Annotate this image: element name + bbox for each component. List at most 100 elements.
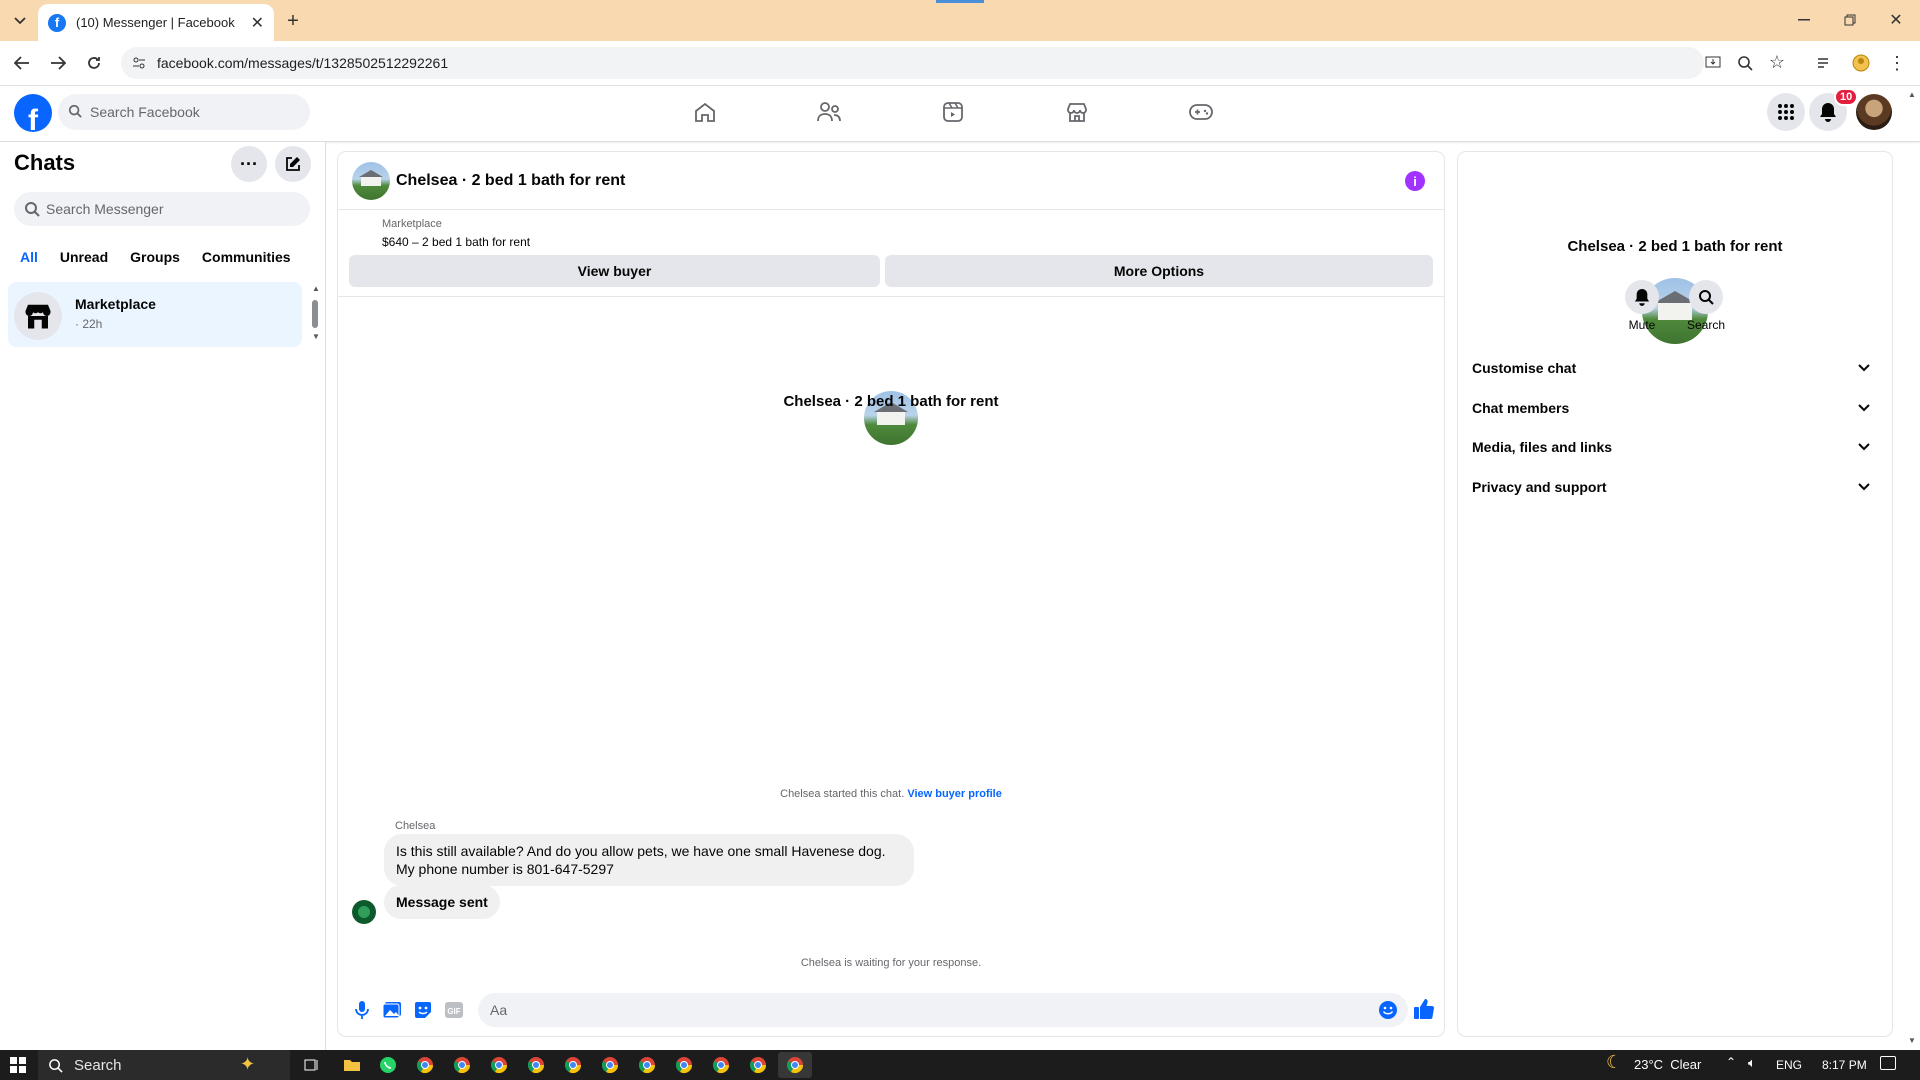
new-tab-icon[interactable]: + xyxy=(282,10,304,32)
facebook-logo[interactable]: f xyxy=(14,94,52,132)
marketplace-chat-avatar xyxy=(14,292,62,340)
sender-name: Chelsea xyxy=(395,820,436,832)
chrome-icon[interactable] xyxy=(746,1054,770,1076)
filter-unread[interactable]: Unread xyxy=(54,247,114,267)
gif-icon[interactable]: GIF xyxy=(442,998,466,1022)
tray-chevron-up-icon[interactable]: ⌃ xyxy=(1726,1055,1736,1069)
address-bar[interactable]: facebook.com/messages/t/1328502512292261 xyxy=(121,47,1704,79)
close-tab-icon[interactable]: ✕ xyxy=(251,13,264,33)
conversation-title[interactable]: Chelsea · 2 bed 1 bath for rent xyxy=(396,172,625,190)
task-view-icon[interactable] xyxy=(300,1054,324,1076)
profile-icon[interactable] xyxy=(1850,52,1872,74)
voice-clip-icon[interactable] xyxy=(350,998,374,1022)
search-in-chat-button[interactable] xyxy=(1689,280,1723,314)
privacy-support-section[interactable]: Privacy and support xyxy=(1472,471,1878,503)
back-icon[interactable] xyxy=(10,52,34,74)
friends-icon[interactable] xyxy=(809,96,849,128)
copilot-sparkle-icon[interactable]: ✦ xyxy=(240,1054,255,1075)
zoom-icon[interactable] xyxy=(1734,52,1756,74)
weather-text[interactable]: 23°C Clear xyxy=(1634,1057,1701,1072)
gaming-icon[interactable] xyxy=(1181,96,1221,128)
volume-icon[interactable]: 🔈︎ xyxy=(1748,1055,1756,1071)
file-explorer-icon[interactable] xyxy=(340,1054,364,1076)
sender-avatar xyxy=(352,900,376,924)
marketplace-icon[interactable] xyxy=(1057,96,1097,128)
chrome-icon[interactable] xyxy=(672,1054,696,1076)
chrome-icon[interactable] xyxy=(635,1054,659,1076)
messenger-search-input[interactable]: Search Messenger xyxy=(14,192,310,226)
notification-center-icon[interactable] xyxy=(1880,1056,1896,1070)
scroll-up-arrow-icon[interactable]: ▲ xyxy=(312,284,320,293)
scroll-down-arrow-icon[interactable]: ▼ xyxy=(312,332,320,341)
like-thumb-icon[interactable] xyxy=(1412,997,1436,1021)
chat-list-item-name: Marketplace xyxy=(75,296,156,312)
conversation-info-icon[interactable]: i xyxy=(1405,171,1425,191)
browser-tab[interactable]: f (10) Messenger | Facebook ✕ xyxy=(38,4,274,41)
chevron-down-icon xyxy=(1858,443,1870,451)
tab-search-icon[interactable] xyxy=(8,10,32,32)
sticker-icon[interactable] xyxy=(411,998,435,1022)
messenger-search-icon xyxy=(22,199,42,219)
chat-members-section[interactable]: Chat members xyxy=(1472,392,1878,424)
minimize-icon[interactable] xyxy=(1792,8,1816,32)
bookmark-star-icon[interactable]: ☆ xyxy=(1766,51,1788,73)
filter-all[interactable]: All xyxy=(14,247,44,267)
listing-description[interactable]: $640 – 2 bed 1 bath for rent xyxy=(382,235,530,249)
view-buyer-button[interactable]: View buyer xyxy=(349,255,880,287)
chrome-icon[interactable] xyxy=(413,1054,437,1076)
account-avatar[interactable] xyxy=(1856,94,1892,130)
video-icon[interactable] xyxy=(933,96,973,128)
home-icon[interactable] xyxy=(685,96,725,128)
facebook-favicon-icon: f xyxy=(48,13,66,32)
browser-menu-icon[interactable]: ⋮ xyxy=(1886,52,1908,74)
chrome-icon[interactable] xyxy=(524,1054,548,1076)
media-files-links-section[interactable]: Media, files and links xyxy=(1472,431,1878,463)
chrome-icon[interactable] xyxy=(709,1054,733,1076)
page-scroll-up-icon[interactable]: ▲ xyxy=(1908,90,1916,99)
forward-icon[interactable] xyxy=(46,52,70,74)
search-icon xyxy=(66,102,84,120)
emoji-icon[interactable] xyxy=(1377,999,1399,1021)
more-options-button[interactable]: More Options xyxy=(885,255,1433,287)
mute-button[interactable] xyxy=(1625,280,1659,314)
menu-grid-button[interactable] xyxy=(1767,93,1805,131)
customise-chat-section[interactable]: Customise chat xyxy=(1472,352,1878,384)
language-indicator[interactable]: ENG xyxy=(1776,1058,1802,1072)
windows-start-icon[interactable] xyxy=(8,1055,28,1075)
chat-options-button[interactable]: ··· xyxy=(231,146,267,182)
chrome-icon[interactable] xyxy=(783,1054,807,1076)
filter-communities[interactable]: Communities xyxy=(196,247,297,267)
weather-moon-icon[interactable]: ☾ xyxy=(1606,1052,1622,1073)
close-window-icon[interactable]: ✕ xyxy=(1884,8,1908,32)
install-app-icon[interactable] xyxy=(1702,52,1724,74)
tab-title: (10) Messenger | Facebook xyxy=(76,15,235,30)
site-settings-icon[interactable] xyxy=(129,53,149,73)
filter-groups[interactable]: Groups xyxy=(124,247,186,267)
chrome-icon[interactable] xyxy=(561,1054,585,1076)
chrome-icon[interactable] xyxy=(598,1054,622,1076)
chrome-icon[interactable] xyxy=(487,1054,511,1076)
message-bubble[interactable]: Is this still available? And do you allo… xyxy=(384,834,914,886)
chat-start-text: Chelsea started this chat. xyxy=(780,788,905,800)
page-scroll-down-icon[interactable]: ▼ xyxy=(1908,1036,1916,1045)
restore-icon[interactable] xyxy=(1838,8,1862,32)
reload-icon[interactable] xyxy=(82,52,106,74)
chevron-down-icon xyxy=(1858,364,1870,372)
chats-title: Chats xyxy=(14,150,76,175)
message-composer-input[interactable]: Aa xyxy=(478,993,1408,1027)
whatsapp-icon[interactable] xyxy=(376,1054,400,1076)
reading-list-icon[interactable] xyxy=(1814,52,1836,74)
chrome-icon[interactable] xyxy=(450,1054,474,1076)
chevron-down-icon xyxy=(1858,404,1870,412)
facebook-search-input[interactable]: Search Facebook xyxy=(58,94,310,130)
listing-source: Marketplace xyxy=(382,218,442,230)
conversation-header-avatar[interactable] xyxy=(352,162,390,200)
chat-filters: All Unread Groups Communities xyxy=(14,247,297,267)
active-window-indicator xyxy=(936,0,984,3)
message-bubble-sent-notice[interactable]: Message sent xyxy=(384,885,500,919)
view-buyer-profile-link[interactable]: View buyer profile xyxy=(907,788,1002,800)
clock-time[interactable]: 8:17 PM xyxy=(1822,1058,1867,1072)
new-message-button[interactable] xyxy=(275,146,311,182)
attach-photo-icon[interactable] xyxy=(380,998,404,1022)
chat-start-notice: Chelsea started this chat. View buyer pr… xyxy=(338,788,1444,800)
